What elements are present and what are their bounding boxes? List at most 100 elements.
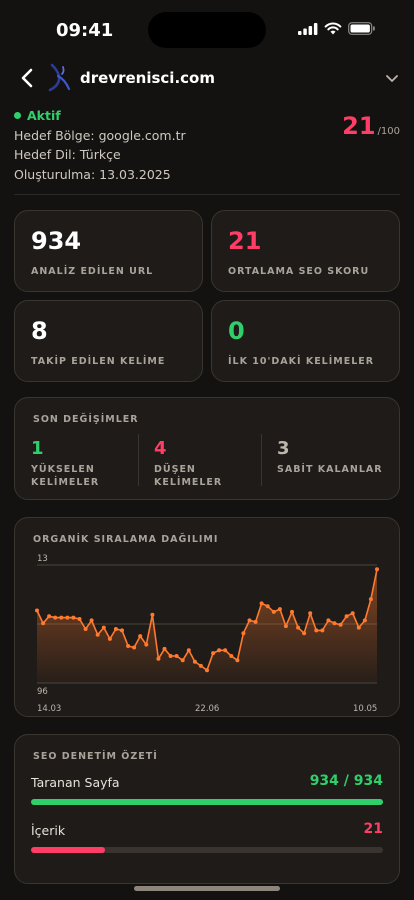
data-point (95, 632, 100, 637)
data-point (344, 614, 349, 619)
data-point (314, 628, 319, 633)
data-point (126, 644, 131, 648)
project-info: Aktif Hedef Bölge: google.com.tr Hedef D… (14, 106, 186, 184)
data-point (259, 601, 264, 606)
stat-value: 934 (31, 227, 82, 255)
created-date: Oluşturulma: 13.03.2025 (14, 166, 171, 182)
stat-card-top10-keywords[interactable]: 0 İLK 10'DAKİ KELİMELER (211, 300, 400, 382)
audit-value: 934 / 934 (309, 773, 383, 789)
stat-card-avg-seo-score[interactable]: 21 ORTALAMA SEO SKORU (211, 210, 400, 292)
data-point (35, 608, 39, 613)
falling-label-1: DÜŞEN (154, 464, 196, 475)
recent-changes-title: SON DEĞİŞİMLER (33, 414, 139, 425)
data-point (120, 628, 124, 633)
ranking-chart-card: ORGANİK SIRALAMA DAĞILIMI 13 96 14.03 22… (14, 517, 400, 717)
data-point (83, 627, 88, 631)
stable-value: 3 (277, 438, 290, 459)
data-point (113, 627, 118, 631)
data-point (53, 615, 58, 620)
data-point (41, 621, 46, 626)
data-point (241, 631, 246, 636)
seo-score-max: /100 (377, 126, 400, 137)
back-icon[interactable] (16, 66, 40, 90)
home-indicator[interactable] (134, 886, 280, 891)
falling-keywords[interactable]: 4 DÜŞEN KELİMELER (154, 438, 222, 489)
data-point (138, 634, 143, 639)
data-point (65, 615, 70, 620)
data-point (186, 648, 191, 653)
chevron-down-icon[interactable] (384, 70, 400, 86)
data-point (217, 648, 222, 653)
rising-keywords[interactable]: 1 YÜKSELEN KELİMELER (31, 438, 99, 489)
data-point (332, 621, 337, 626)
data-point (362, 618, 367, 623)
data-point (326, 618, 331, 623)
data-point (271, 609, 276, 614)
target-language: Hedef Dil: Türkçe (14, 147, 121, 162)
stat-label: ANALİZ EDİLEN URL (31, 266, 154, 277)
stat-card-analyzed-urls[interactable]: 934 ANALİZ EDİLEN URL (14, 210, 203, 292)
progress-bar (31, 799, 383, 805)
ranking-line-chart (35, 564, 379, 684)
data-point (350, 611, 355, 616)
data-point (375, 567, 379, 572)
stat-value: 21 (228, 227, 262, 255)
stat-label: TAKİP EDİLEN KELİME (31, 356, 166, 367)
status-icons (298, 22, 376, 35)
data-point (356, 625, 361, 630)
seo-audit-card: SEO DENETİM ÖZETİ Taranan Sayfa 934 / 93… (14, 734, 400, 884)
data-point (198, 663, 203, 668)
audit-row-crawled[interactable]: Taranan Sayfa 934 / 934 (31, 773, 383, 805)
data-point (168, 654, 173, 658)
data-point (253, 619, 258, 624)
status-active: Aktif (14, 106, 186, 126)
data-point (156, 656, 161, 661)
wifi-icon (324, 22, 342, 35)
progress-fill (31, 847, 105, 853)
stat-label: ORTALAMA SEO SKORU (228, 266, 370, 277)
data-point (211, 651, 216, 656)
rising-label-2: KELİMELER (31, 477, 100, 488)
seo-score-value: 21 (342, 112, 376, 140)
stat-value: 0 (228, 317, 245, 345)
data-point (290, 609, 294, 614)
audit-row-content[interactable]: İçerik 21 (31, 821, 383, 853)
audit-value: 21 (363, 821, 383, 837)
stable-keywords[interactable]: 3 SABİT KALANLAR (277, 438, 383, 476)
data-point (235, 658, 240, 663)
data-point (229, 654, 234, 658)
status-label: Aktif (27, 108, 61, 123)
audit-title: SEO DENETİM ÖZETİ (33, 751, 158, 762)
stat-value: 8 (31, 317, 48, 345)
data-point (302, 631, 307, 636)
data-point (223, 648, 228, 653)
progress-fill (31, 799, 383, 805)
data-point (283, 624, 288, 629)
status-dot (14, 112, 21, 120)
divider (14, 194, 400, 195)
data-point (320, 628, 325, 633)
data-point (162, 646, 167, 651)
data-point (180, 658, 185, 663)
data-point (132, 645, 137, 650)
stat-label: İLK 10'DAKİ KELİMELER (228, 356, 375, 367)
data-point (192, 659, 197, 664)
audit-label: İçerik (31, 823, 66, 838)
data-point (265, 604, 270, 609)
target-region: Hedef Bölge: google.com.tr (14, 127, 186, 143)
data-point (205, 668, 209, 673)
recent-changes-card: SON DEĞİŞİMLER 1 YÜKSELEN KELİMELER 4 DÜ… (14, 397, 400, 500)
progress-bar (31, 847, 383, 853)
status-time: 09:41 (56, 20, 114, 41)
seo-score: 21 /100 (342, 112, 400, 140)
data-point (174, 654, 179, 658)
stat-card-tracked-keywords[interactable]: 8 TAKİP EDİLEN KELİME (14, 300, 203, 382)
data-point (71, 615, 76, 620)
data-point (47, 614, 52, 619)
data-point (296, 625, 301, 630)
data-point (77, 617, 82, 621)
falling-label-2: KELİMELER (154, 477, 223, 488)
separator (261, 434, 262, 486)
data-point (101, 625, 106, 630)
separator (138, 434, 139, 486)
